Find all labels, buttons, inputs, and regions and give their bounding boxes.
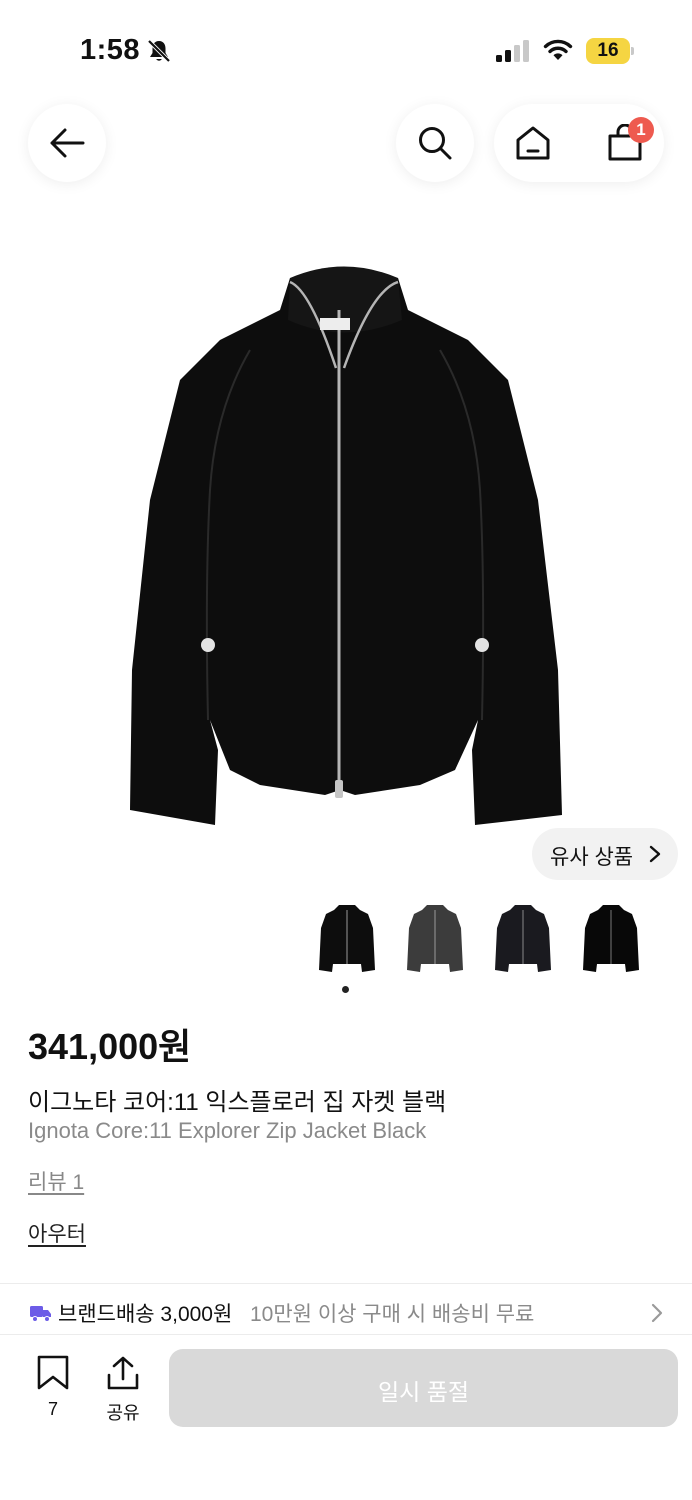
home-cart-group [494,104,664,182]
share-label: 공유 [106,1403,140,1423]
product-price: 341,000원 [28,1026,192,1067]
thumbnail-1[interactable] [312,898,382,982]
status-bar: 1:58 16 [0,0,692,100]
category-link[interactable]: 아우터 [28,1218,86,1248]
brand-shipping-fee: 브랜드배송 3,000원 [58,1303,233,1326]
share-button[interactable]: 공유 [98,1355,148,1425]
divider [0,1283,692,1284]
thumbnail-4[interactable] [576,898,646,982]
bell-slash-icon [147,39,171,63]
battery-level: 16 [597,40,619,61]
shipping-info-row[interactable]: 브랜드배송 3,000원 10만원 이상 구매 시 배송비 무료 [0,1290,692,1338]
share-icon [107,1356,139,1390]
battery-icon: 16 [586,38,634,64]
bookmark-icon [37,1355,69,1390]
thumbnail-2[interactable] [400,898,470,982]
signal-icon [496,40,529,62]
search-icon [419,127,452,160]
product-name-english: Ignota Core:11 Explorer Zip Jacket Black [28,1118,427,1143]
review-link[interactable]: 리뷰 1 [28,1166,84,1196]
soldout-label: 일시 품절 [377,1379,470,1405]
product-name-korean: 이그노타 코어:11 익스플로러 집 자켓 블랙 [28,1089,447,1116]
gallery-page-indicator [342,986,349,993]
similar-products-label: 유사 상품 [550,846,634,869]
chevron-right-icon [651,1303,663,1323]
arrow-left-icon [50,128,85,158]
wifi-icon [543,39,573,60]
chevron-right-icon [649,845,661,863]
search-button[interactable] [396,104,474,182]
similar-products-button[interactable]: 유사 상품 [532,828,678,880]
truck-icon [30,1306,51,1322]
status-time: 1:58 [80,34,141,66]
free-shipping-condition: 10만원 이상 구매 시 배송비 무료 [250,1303,535,1326]
thumbnail-3[interactable] [488,898,558,982]
bookmark-button[interactable]: 7 [30,1355,76,1425]
bottom-action-bar: 7 공유 일시 품절 [0,1334,692,1500]
bookmark-count: 7 [47,1399,58,1419]
cart-badge: 1 [628,117,654,143]
soldout-button[interactable]: 일시 품절 [169,1349,678,1427]
home-icon[interactable] [515,125,551,161]
product-image[interactable] [110,250,580,840]
back-button[interactable] [28,104,106,182]
